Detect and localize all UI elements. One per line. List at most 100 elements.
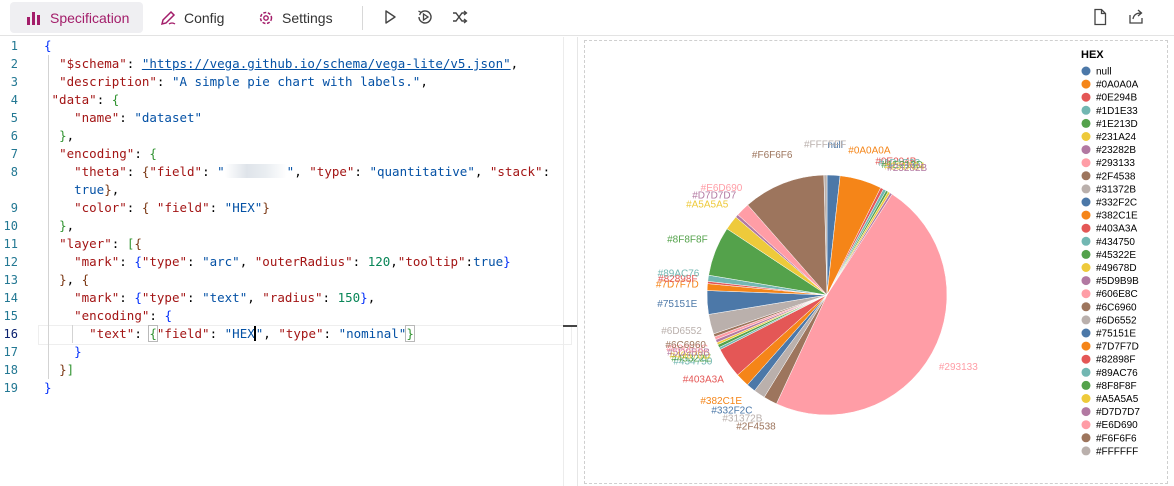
legend-symbol	[1081, 407, 1091, 417]
slice-label: #89AC76	[658, 269, 700, 280]
legend-symbol	[1081, 263, 1091, 272]
legend-label: #606E8C	[1096, 289, 1138, 300]
code-editor[interactable]: 1 2 3 4 5 6 7 8 9 10 11 12 13 14 15 16 17 18 19 { "$schema…	[0, 37, 578, 486]
legend-label: #403A3A	[1096, 224, 1137, 235]
legend-label: #382C1E	[1096, 211, 1138, 222]
pie-slices	[706, 174, 948, 416]
legend-symbol	[1081, 276, 1091, 286]
legend-label: #49678D	[1096, 263, 1137, 274]
line-number: 4	[10, 93, 18, 107]
code-line: }, {	[59, 272, 90, 287]
legend-label: #31372B	[1096, 184, 1136, 195]
tab-specification[interactable]: Specification	[10, 2, 143, 33]
code-line: "mark": {"type": "arc", "outerRadius": 1…	[74, 254, 511, 269]
legend-label: #1E213D	[1096, 119, 1138, 130]
slice-label: #75151E	[657, 299, 697, 310]
code-line: "color": { "field": "HEX"}	[74, 200, 270, 215]
code-line: }]	[59, 362, 75, 377]
line-number: 5	[10, 111, 18, 125]
legend-label: #434750	[1096, 237, 1135, 248]
legend-symbol	[1081, 354, 1091, 364]
legend: HEX null #0A0A0A #0E294B #1D1E33 #1E213D #231A…	[1081, 49, 1140, 457]
legend-symbol	[1081, 249, 1091, 259]
slice-label: #8F8F8F	[667, 235, 708, 246]
line-number: 13	[3, 273, 18, 287]
code-line: {	[44, 38, 52, 53]
legend-label: #45322E	[1096, 250, 1136, 261]
slice-label: #332F2C	[711, 406, 752, 417]
line-number: 18	[3, 363, 18, 377]
legend-symbol	[1081, 158, 1091, 168]
legend-label: #89AC76	[1096, 368, 1138, 379]
legend-label: #1D1E33	[1096, 106, 1138, 117]
legend-symbol	[1081, 132, 1091, 141]
legend-label: #FFFFFF	[1096, 446, 1138, 457]
legend-label: #75151E	[1096, 329, 1136, 340]
line-number: 15	[3, 309, 18, 323]
code-line: "description": "A simple pie chart with …	[59, 74, 428, 89]
tab-label: Settings	[282, 9, 333, 26]
line-number: 3	[10, 75, 18, 89]
line-number: 17	[3, 345, 18, 359]
legend-symbol	[1081, 92, 1091, 102]
legend-label: #E6D690	[1096, 420, 1138, 431]
tab-settings[interactable]: Settings	[256, 2, 346, 33]
slice-label: #E6D690	[701, 183, 743, 194]
shuffle-button[interactable]	[448, 6, 472, 30]
line-number: 2	[10, 57, 18, 71]
run-icon	[382, 9, 398, 28]
tab-config[interactable]: Config	[158, 2, 238, 33]
slice-label: #403A3A	[683, 374, 724, 385]
code-line: "encoding": {	[59, 146, 157, 161]
slice-label: #293133	[939, 362, 978, 373]
legend-label: #D7D7D7	[1096, 407, 1140, 418]
legend-symbol	[1081, 289, 1091, 299]
toolbar-divider	[362, 6, 363, 30]
legend-label: #F6F6F6	[1096, 433, 1137, 444]
line-number: 16	[3, 327, 18, 341]
legend-label: #0E294B	[1096, 93, 1137, 104]
scrollbar-cursor-marker[interactable]	[563, 325, 577, 327]
legend-label: #6C6960	[1096, 302, 1137, 313]
auto-run-button[interactable]	[413, 6, 437, 30]
legend-symbol	[1081, 197, 1091, 207]
new-file-icon	[1092, 8, 1108, 29]
code-line: "encoding": {	[74, 308, 172, 323]
legend-label: #2F4538	[1096, 171, 1136, 182]
bar-chart-icon	[24, 8, 44, 28]
legend-symbol	[1081, 105, 1091, 115]
new-file-button[interactable]	[1088, 6, 1112, 30]
code-line: "$schema": "https://vega.github.io/schem…	[59, 56, 519, 71]
share-button[interactable]	[1124, 6, 1148, 30]
gear-icon	[256, 8, 276, 28]
legend-label: #231A24	[1096, 132, 1136, 143]
legend-label: #0A0A0A	[1096, 80, 1139, 91]
legend-label: null	[1096, 67, 1112, 78]
legend-label: #82898F	[1096, 355, 1135, 366]
text-cursor	[253, 326, 256, 341]
code-line: "layer": [{	[59, 236, 142, 251]
legend-symbol	[1081, 145, 1091, 155]
code-line: },	[59, 128, 75, 143]
legend-symbol	[1081, 380, 1091, 390]
code-line-current: "text": {"field": "HEX", "type": "nomina…	[89, 325, 415, 342]
legend-symbol	[1081, 210, 1091, 220]
pie-chart: null #0A0A0A #0E294B #1D1E33 #1E213D #231A24 #…	[656, 49, 1140, 457]
toolbar: Specification Config Settings	[0, 0, 1174, 36]
code-line: "mark": {"type": "text", "radius": 150},	[74, 290, 376, 305]
legend-symbol	[1081, 223, 1091, 233]
line-number: 9	[10, 201, 18, 215]
legend-symbol	[1081, 328, 1091, 338]
line-number: 14	[3, 291, 18, 305]
legend-symbol	[1081, 171, 1091, 181]
legend-symbol	[1081, 446, 1091, 456]
visualization-panel: null #0A0A0A #0E294B #1D1E33 #1E213D #231A24 #…	[584, 40, 1168, 484]
code-line: }	[74, 344, 82, 359]
code-line: }	[44, 380, 52, 395]
pen-icon	[158, 8, 178, 28]
redacted-field-value	[224, 164, 287, 178]
slice-label: #0A0A0A	[848, 146, 891, 157]
run-button[interactable]	[378, 6, 402, 30]
code-line: "data": {	[51, 92, 120, 107]
slice-label: #F6F6F6	[752, 150, 793, 161]
